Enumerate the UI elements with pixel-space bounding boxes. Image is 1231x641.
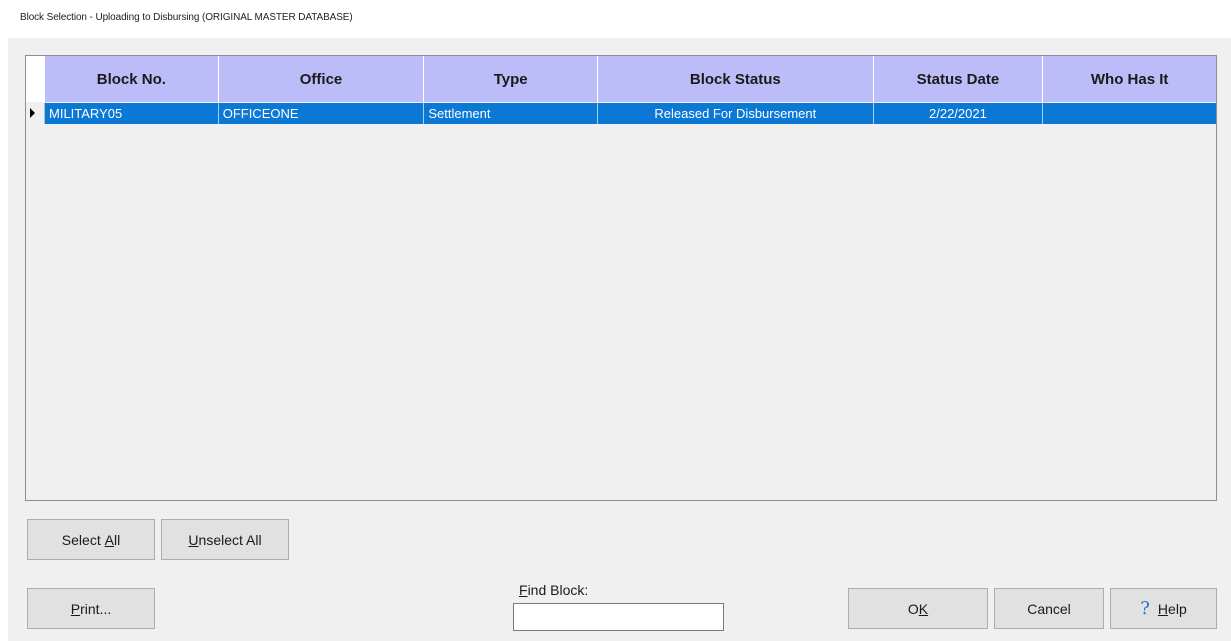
column-header-block-no[interactable]: Block No. [45, 56, 219, 102]
find-block-mnemonic: F [519, 582, 528, 598]
column-header-who-has-it[interactable]: Who Has It [1043, 56, 1216, 102]
print-button[interactable]: Print... [27, 588, 155, 629]
print-mnemonic: P [70, 600, 81, 617]
column-header-type[interactable]: Type [424, 56, 599, 102]
cell-who-has-it[interactable] [1043, 103, 1216, 124]
column-header-status-date[interactable]: Status Date [874, 56, 1044, 102]
cell-office[interactable]: OFFICEONE [219, 103, 425, 124]
column-header-office[interactable]: Office [219, 56, 425, 102]
block-grid[interactable]: Block No. Office Type Block Status Statu… [25, 55, 1217, 501]
table-row[interactable]: MILITARY05 OFFICEONE Settlement Released… [45, 103, 1216, 124]
help-question-icon: ? [1140, 598, 1150, 619]
unselect-all-mnemonic: U [188, 531, 199, 548]
cell-block-no[interactable]: MILITARY05 [45, 103, 219, 124]
select-all-label-prefix: Select [61, 531, 105, 548]
window-left-edge [0, 38, 8, 641]
grid-header-row: Block No. Office Type Block Status Statu… [45, 56, 1216, 102]
select-all-mnemonic: A [104, 531, 114, 548]
help-label-suffix: elp [1168, 600, 1187, 617]
grid-corner [26, 56, 46, 102]
select-all-label-suffix: ll [113, 531, 121, 548]
cell-block-status[interactable]: Released For Disbursement [598, 103, 874, 124]
unselect-all-label-suffix: nselect All [198, 531, 262, 548]
ok-label-prefix: O [907, 600, 919, 617]
help-button[interactable]: ? Help [1110, 588, 1217, 629]
ok-button[interactable]: OK [848, 588, 988, 629]
column-header-block-status[interactable]: Block Status [598, 56, 874, 102]
print-label-suffix: rint... [80, 600, 112, 617]
cancel-button[interactable]: Cancel [994, 588, 1104, 629]
find-block-input[interactable] [513, 603, 724, 631]
help-mnemonic: H [1157, 600, 1169, 617]
ok-mnemonic: K [918, 600, 929, 617]
find-block-label: Find Block: [519, 582, 588, 598]
find-block-label-rest: ind Block: [527, 582, 589, 598]
row-selector-indicator[interactable] [26, 103, 45, 124]
window-title: Block Selection - Uploading to Disbursin… [20, 12, 353, 23]
cell-status-date[interactable]: 2/22/2021 [874, 103, 1044, 124]
unselect-all-button[interactable]: Unselect All [161, 519, 289, 560]
select-all-button[interactable]: Select All [27, 519, 155, 560]
current-row-arrow-icon [30, 108, 35, 118]
cell-type[interactable]: Settlement [424, 103, 599, 124]
